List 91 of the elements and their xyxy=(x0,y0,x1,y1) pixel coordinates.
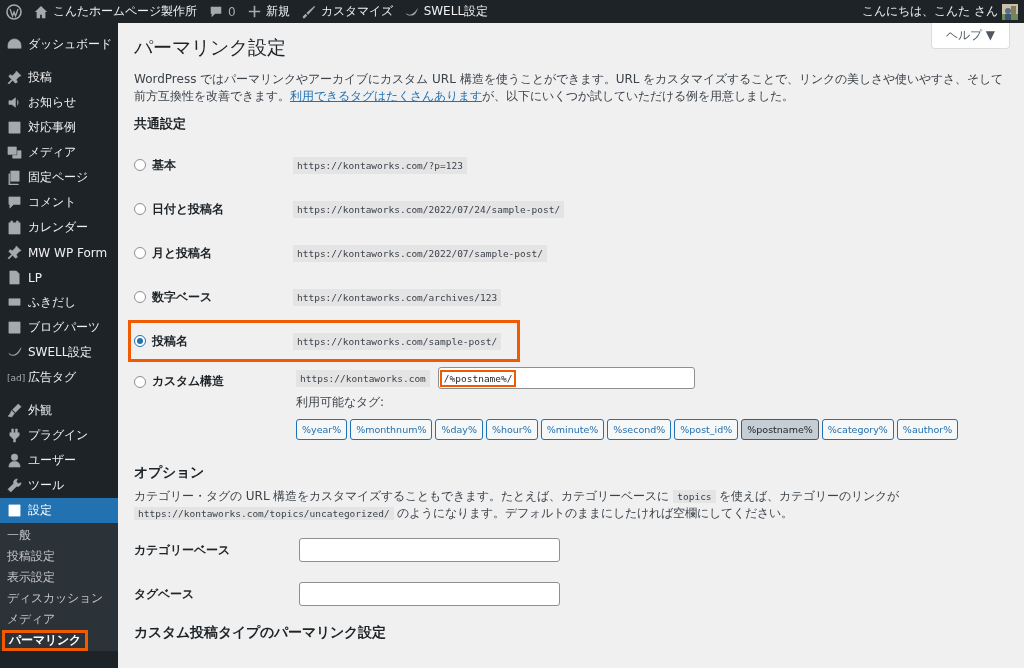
url-example: https://kontaworks.com/2022/07/sample-post/ xyxy=(293,244,547,262)
radio-button[interactable] xyxy=(134,247,146,259)
tag-button[interactable]: %category% xyxy=(821,419,894,440)
sidebar-item[interactable]: ユーザー xyxy=(0,448,118,473)
sidebar-item[interactable]: MW WP Form xyxy=(0,240,118,265)
sidebar-item[interactable]: コメント xyxy=(0,190,118,215)
sidebar-item[interactable]: ブログパーツ xyxy=(0,315,118,340)
tag-button[interactable]: %postname% xyxy=(741,419,819,440)
comments-link[interactable]: 0 xyxy=(209,4,236,19)
tag-button[interactable]: %day% xyxy=(435,419,483,440)
submenu-item[interactable]: 表示設定 xyxy=(0,567,62,588)
tag-button[interactable]: %second% xyxy=(607,419,672,440)
radio-option[interactable]: 基本 xyxy=(134,156,293,174)
url-example: https://kontaworks.com/archives/123 xyxy=(293,288,502,306)
sidebar-item[interactable]: 外観 xyxy=(0,398,118,423)
sidebar-item[interactable]: 固定ページ xyxy=(0,165,118,190)
media-icon xyxy=(7,145,22,160)
structure-input[interactable]: /%postname%/ xyxy=(437,367,695,389)
sidebar-item[interactable]: 対応事例 xyxy=(0,115,118,140)
sidebar-item[interactable]: ツール xyxy=(0,473,118,498)
submenu-item[interactable]: パーマリンク xyxy=(2,630,88,651)
radio-option[interactable]: 数字ベース xyxy=(134,288,293,306)
submenu-item[interactable]: メディア xyxy=(0,609,62,630)
radio-option[interactable]: カスタム構造 xyxy=(134,373,296,390)
url-prefix: https://kontaworks.com xyxy=(296,369,430,387)
field-label: タグベース xyxy=(134,585,195,603)
radio-button[interactable] xyxy=(134,335,146,347)
section-heading: オプション xyxy=(134,464,205,482)
tag-button[interactable]: %author% xyxy=(896,419,959,440)
wordpress-logo-icon[interactable] xyxy=(6,3,22,20)
input-field[interactable] xyxy=(299,538,560,562)
sidebar-item[interactable]: お知らせ xyxy=(0,90,118,115)
tags-label: 利用可能なタグ: xyxy=(296,394,386,411)
intro-text: WordPress ではパーマリンクやアーカイブにカスタム URL 構造を使うことができます。URL をカスタマイズすることで、リンクの美しさや使いやすさ、そして前方互換性を改善できます。利用できるタグはたくさんありますが、以下にいくつか試していただける例を用意しました。 xyxy=(134,71,1005,105)
sidebar-item[interactable]: 設定 xyxy=(0,498,118,523)
sidebar-item[interactable]: SWELL設定 xyxy=(0,340,118,365)
new-link[interactable]: 新規 xyxy=(247,3,290,20)
pin-icon xyxy=(7,70,22,85)
comment-icon xyxy=(7,195,22,210)
radio-option[interactable]: 月と投稿名 xyxy=(134,244,293,262)
field-label: カテゴリーベース xyxy=(134,541,231,559)
input-field[interactable] xyxy=(299,582,560,606)
radio-button[interactable] xyxy=(134,375,146,388)
customize-link[interactable]: カスタマイズ xyxy=(301,3,393,20)
url-example: https://kontaworks.com/?p=123 xyxy=(293,156,467,174)
radio-button[interactable] xyxy=(134,291,146,303)
page-title: パーマリンク設定 xyxy=(134,35,286,60)
tag-button[interactable]: %monthnum% xyxy=(350,419,433,440)
sidebar-item[interactable]: LP xyxy=(0,265,118,290)
sidebar-item[interactable]: [ad] 広告タグ xyxy=(0,365,118,390)
tag-button[interactable]: %post_id% xyxy=(674,419,739,440)
plus-icon xyxy=(247,5,261,18)
home-icon xyxy=(34,4,48,19)
section-heading: カスタム投稿タイプのパーマリンク設定 xyxy=(134,624,387,642)
radio-option[interactable]: 日付と投稿名 xyxy=(134,200,293,218)
brush-icon xyxy=(301,4,316,19)
user-icon xyxy=(7,453,22,468)
sidebar-item[interactable]: メディア xyxy=(0,140,118,165)
gauge-icon xyxy=(7,37,22,52)
submenu-item[interactable]: 一般 xyxy=(0,525,38,546)
sidebar-item[interactable]: ダッシュボード xyxy=(0,32,118,57)
site-name-link[interactable]: こんたホームページ製作所 xyxy=(34,3,197,20)
pages-icon xyxy=(7,170,22,185)
calendar-icon xyxy=(7,220,22,235)
section-heading: 共通設定 xyxy=(134,115,187,133)
greeting-link[interactable]: こんにちは、こんた さん xyxy=(862,3,998,20)
radio-button[interactable] xyxy=(134,203,146,215)
sidebar-item[interactable]: 投稿 xyxy=(0,65,118,90)
submenu-item[interactable]: 投稿設定 xyxy=(0,546,62,567)
url-example: https://kontaworks.com/2022/07/24/sample-post/ xyxy=(293,200,565,218)
sidebar-item[interactable]: カレンダー xyxy=(0,215,118,240)
radio-button[interactable] xyxy=(134,159,146,171)
page-icon xyxy=(7,270,22,285)
comment-icon xyxy=(209,4,223,19)
options-description: カテゴリー・タグの URL 構造をカスタマイズすることもできます。たとえば、カテゴリーベースに topics を使えば、カテゴリーのリンクが https://kontaworks.com/topics/uncategorized/ のようになります。デフォルトのままにしたければ空欄にしてください。 xyxy=(134,488,901,522)
tag-button[interactable]: %hour% xyxy=(485,419,538,440)
swell-settings-link[interactable]: SWELL設定 xyxy=(404,3,489,20)
tag-button[interactable]: %minute% xyxy=(540,419,605,440)
brush-icon xyxy=(7,403,22,418)
speaker-icon xyxy=(7,95,22,110)
wrench-icon xyxy=(7,478,22,493)
plug-icon xyxy=(7,428,22,443)
url-example: https://kontaworks.com/sample-post/ xyxy=(293,332,502,350)
sidebar-item[interactable]: プラグイン xyxy=(0,423,118,448)
sidebar-item[interactable]: ふきだし xyxy=(0,290,118,315)
help-button[interactable]: ヘルプ ▼ xyxy=(930,23,1010,49)
submenu-item[interactable]: ディスカッション xyxy=(0,588,110,609)
pin-icon xyxy=(7,245,22,260)
tag-button[interactable]: %year% xyxy=(296,419,348,440)
radio-option[interactable]: 投稿名 xyxy=(134,332,293,350)
tags-link[interactable]: 利用できるタグはたくさんあります xyxy=(290,89,482,103)
